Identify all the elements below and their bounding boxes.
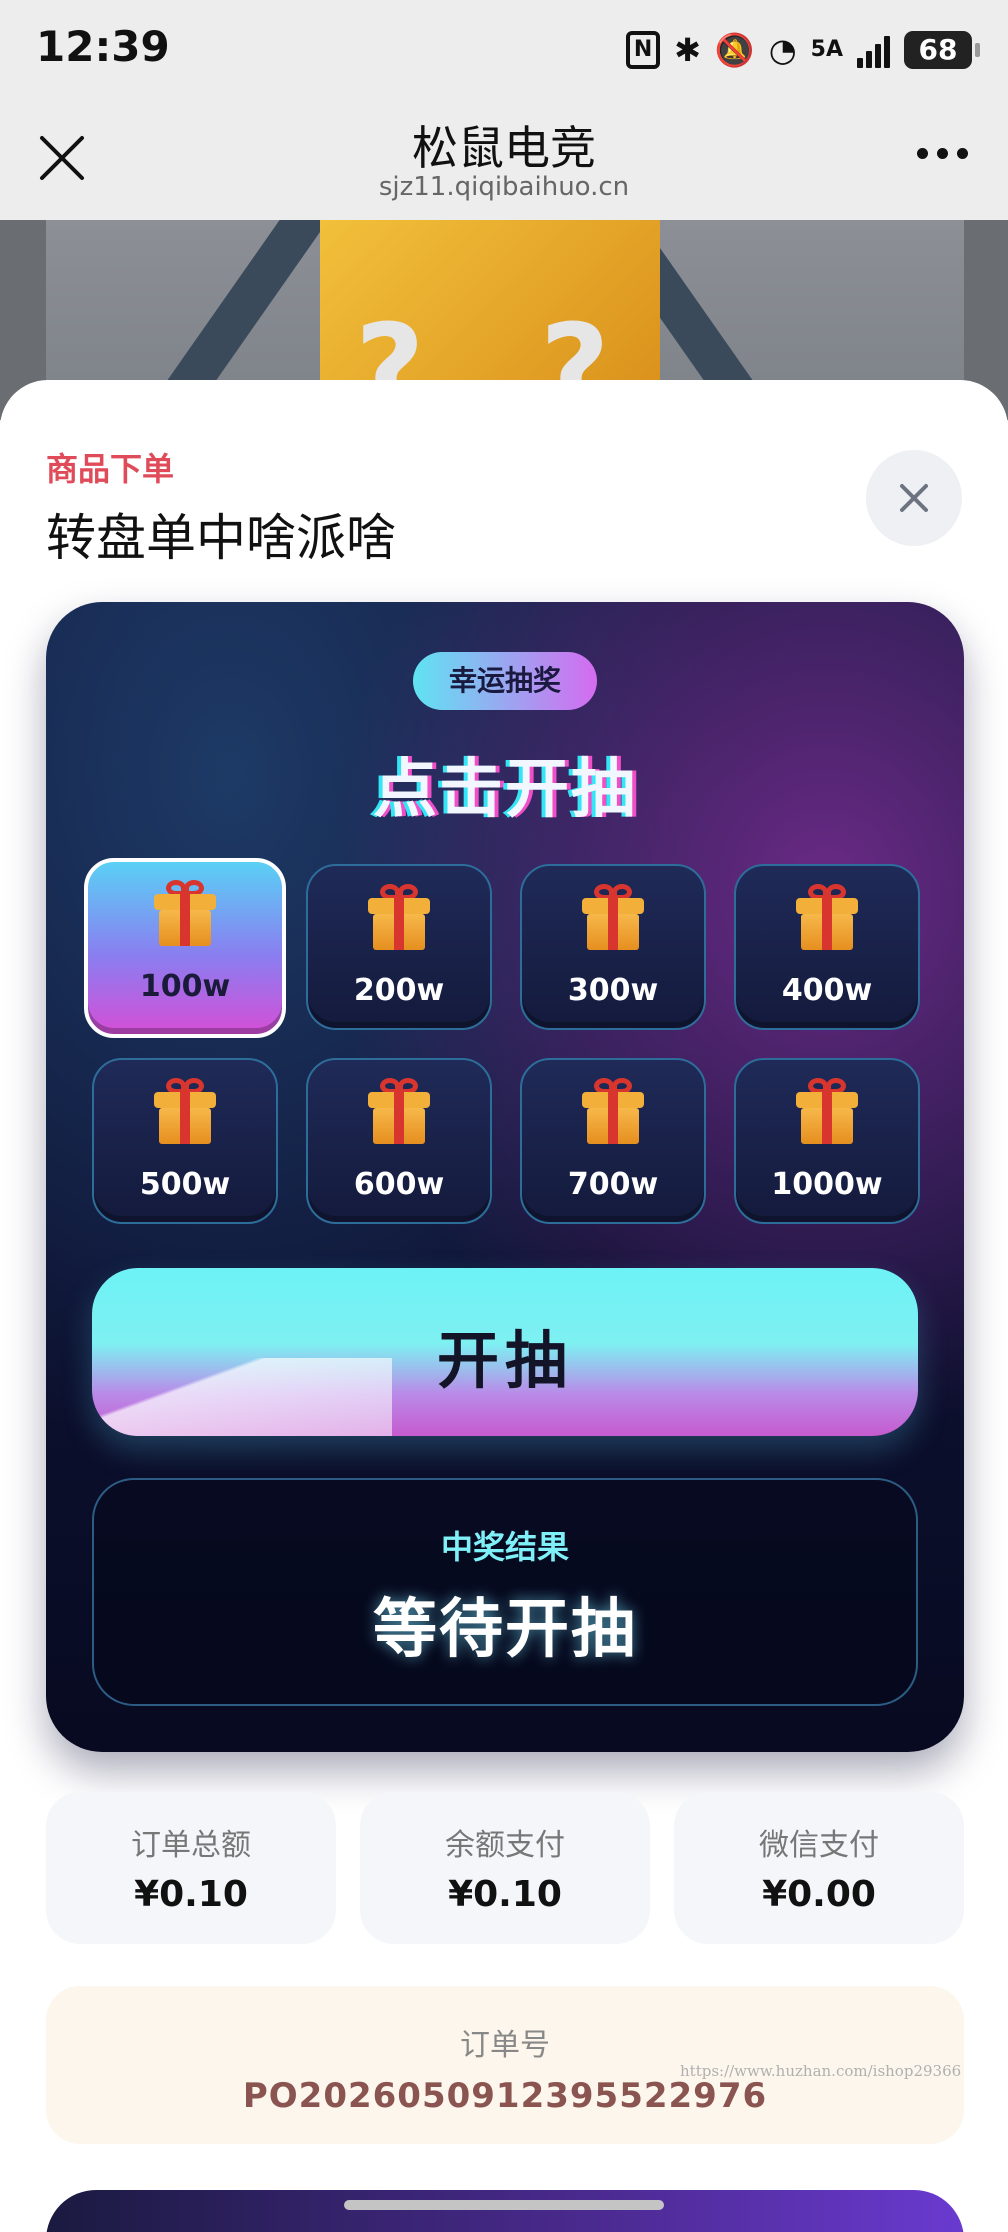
prize-cell[interactable]: 600w: [306, 1058, 492, 1224]
watermark: https://www.huzhan.com/ishop29366: [680, 2062, 962, 2080]
draw-button-label: 开抽: [436, 1324, 573, 1397]
prize-cell[interactable]: 200w: [306, 864, 492, 1030]
battery-icon: 68: [904, 31, 980, 69]
payment-summary: 订单总额 ¥0.10 余额支付 ¥0.10 微信支付 ¥0.00: [46, 1792, 964, 1944]
prize-label: 200w: [353, 973, 445, 1008]
prize-label: 500w: [139, 1167, 231, 1202]
status-bar: 12:39 N ✱ 🔕 ◔ 5A 68: [0, 0, 1008, 104]
nav-bar: 松鼠电竞 sjz11.qiqibaihuo.cn: [0, 104, 1008, 220]
sheet-close-button[interactable]: [866, 450, 962, 546]
prize-cell[interactable]: 400w: [734, 864, 920, 1030]
more-icon[interactable]: [917, 148, 968, 159]
gift-icon: [154, 1078, 216, 1144]
order-number-value: PO20260509123955229​76: [242, 2076, 768, 2116]
prize-label: 100w: [139, 969, 231, 1004]
result-label: 中奖结果: [440, 1528, 569, 1566]
prize-cell[interactable]: 500w: [92, 1058, 278, 1224]
status-icons: N ✱ 🔕 ◔ 5A 68: [626, 30, 980, 70]
signal-icon: [857, 32, 890, 68]
lottery-title: 点击开抽: [373, 753, 637, 827]
card-value: ¥0.10: [134, 1874, 248, 1915]
home-indicator[interactable]: [344, 2200, 664, 2210]
prize-label: 600w: [353, 1167, 445, 1202]
summary-card-wechat: 微信支付 ¥0.00: [674, 1792, 964, 1944]
bluetooth-icon: ✱: [674, 31, 701, 69]
gift-icon: [582, 884, 644, 950]
order-sheet: 商品下单 转盘单中啥派啥 幸运抽奖 点击开抽 100w 200w 300w 400w 5…: [0, 380, 1008, 2232]
lottery-panel: 幸运抽奖 点击开抽 100w 200w 300w 400w 500w 600w 700w 10…: [46, 602, 964, 1752]
prize-cell[interactable]: 300w: [520, 864, 706, 1030]
prize-cell[interactable]: 1000w: [734, 1058, 920, 1224]
summary-card-total: 订单总额 ¥0.10: [46, 1792, 336, 1944]
gift-icon: [154, 880, 216, 946]
gift-icon: [368, 884, 430, 950]
order-number-label: 订单号: [460, 2028, 550, 2063]
section-label: 商品下单: [46, 450, 175, 488]
wifi-icon: ◔: [768, 31, 797, 69]
prize-label: 700w: [567, 1167, 659, 1202]
gift-icon: [582, 1078, 644, 1144]
submit-button[interactable]: [46, 2190, 964, 2232]
result-value: 等待开抽: [373, 1593, 637, 1667]
lucky-draw-badge: 幸运抽奖: [413, 652, 597, 710]
status-time: 12:39: [36, 22, 170, 71]
card-label: 微信支付: [759, 1828, 879, 1863]
prize-label: 400w: [781, 973, 873, 1008]
gift-icon: [796, 1078, 858, 1144]
summary-card-balance: 余额支付 ¥0.10: [360, 1792, 650, 1944]
card-label: 余额支付: [445, 1828, 565, 1863]
network-type: 5A: [810, 37, 843, 62]
card-label: 订单总额: [131, 1828, 251, 1863]
product-title: 转盘单中啥派啥: [46, 509, 396, 567]
mute-bell-icon: 🔕: [714, 31, 755, 69]
prize-label: 300w: [567, 973, 659, 1008]
close-icon: [900, 484, 928, 512]
gift-icon: [796, 884, 858, 950]
draw-button[interactable]: 开抽: [92, 1268, 918, 1436]
result-box: 中奖结果 等待开抽: [92, 1478, 918, 1706]
card-value: ¥0.10: [448, 1874, 562, 1915]
gift-icon: [368, 1078, 430, 1144]
prize-cell[interactable]: 700w: [520, 1058, 706, 1224]
prize-label: 1000w: [771, 1167, 883, 1202]
page-title: 松鼠电竞: [412, 121, 596, 175]
prize-cell[interactable]: 100w: [84, 858, 286, 1038]
page-url: sjz11.qiqibaihuo.cn: [378, 172, 630, 202]
nfc-icon: N: [626, 31, 661, 69]
card-value: ¥0.00: [762, 1874, 876, 1915]
